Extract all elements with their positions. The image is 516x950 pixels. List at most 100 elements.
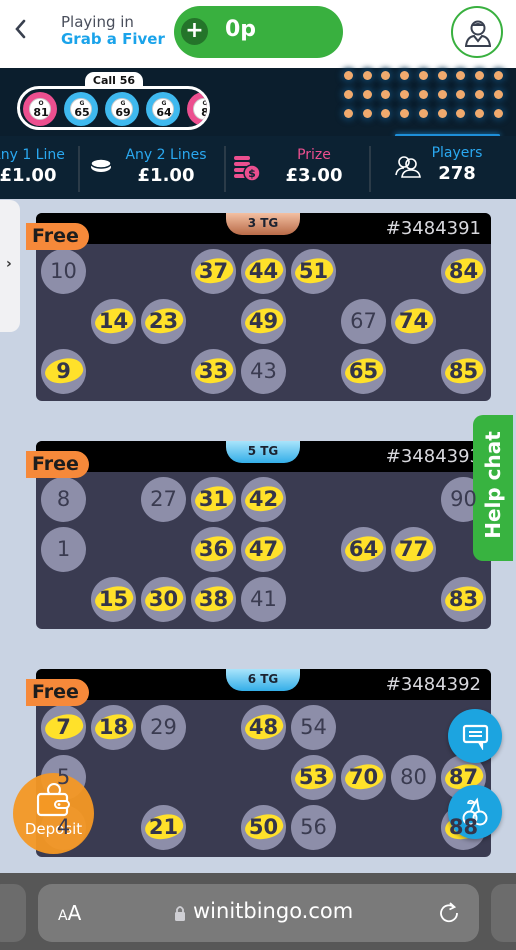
to-go-tab: 3 TG	[226, 213, 300, 235]
number-text: 53	[298, 765, 329, 789]
ticket-number[interactable]: 80	[391, 755, 436, 800]
to-go-tab: 6 TG	[226, 669, 300, 691]
plus-icon[interactable]: +	[181, 18, 208, 45]
balance-amount: 0p	[225, 17, 257, 42]
ticket-number[interactable]: 15	[91, 577, 136, 622]
ticket-number[interactable]: 38	[191, 577, 236, 622]
number-text: 18	[98, 715, 129, 739]
light-dot	[344, 71, 353, 80]
number-text: 36	[198, 537, 229, 561]
ticket-number[interactable]: 65	[341, 349, 386, 394]
players-value: 278	[438, 163, 476, 184]
number-text: 67	[350, 309, 377, 333]
light-dot	[456, 71, 466, 80]
user-avatar-icon	[465, 20, 491, 47]
number-text: 4	[56, 815, 71, 839]
ticket-number[interactable]: 9	[41, 349, 86, 394]
url-text: winitbingo.com	[193, 899, 354, 923]
number-text: 74	[398, 309, 429, 333]
number-text: 14	[98, 309, 129, 333]
ticket-number[interactable]: 10	[41, 249, 86, 294]
number-text: 15	[98, 587, 129, 611]
ticket-number[interactable]: 27	[141, 477, 186, 522]
ticket-number[interactable]: 85	[441, 349, 486, 394]
ticket-number[interactable]: 56	[291, 805, 336, 850]
ticket-number[interactable]: 23	[141, 299, 186, 344]
ticket-number[interactable]: 37	[191, 249, 236, 294]
coin-stack-icon: $	[234, 156, 261, 182]
ticket-number[interactable]: 14	[91, 299, 136, 344]
ticket-number[interactable]: 21	[141, 805, 186, 850]
light-dot	[362, 90, 372, 99]
ticket-id: #3484392	[385, 674, 481, 695]
number-text: 31	[198, 487, 229, 511]
ball-face: O 81	[29, 98, 51, 120]
help-chat-button[interactable]: Help chat	[473, 415, 513, 561]
chat-button[interactable]	[448, 709, 502, 763]
deposit-button[interactable]: Deposit	[13, 773, 94, 854]
light-dot	[344, 90, 353, 99]
ticket-number[interactable]: 30	[141, 577, 186, 622]
deposit-label: Deposit	[24, 820, 83, 838]
ticket-id: #3484391	[385, 218, 481, 239]
prize-value: £1.00	[0, 165, 57, 186]
ticket-number[interactable]: 83	[441, 577, 486, 622]
prize-label: Any 1 Line	[0, 147, 65, 163]
ticket-number[interactable]: 31	[191, 477, 236, 522]
ticket-number[interactable]: 67	[341, 299, 386, 344]
ticket-number[interactable]: 49	[241, 299, 286, 344]
ticket-number[interactable]: 53	[291, 755, 336, 800]
ticket-number[interactable]: 74	[391, 299, 436, 344]
number-text: 7	[56, 715, 71, 739]
light-dot	[493, 109, 503, 118]
balance-button[interactable]: + 0p	[174, 6, 343, 58]
side-panel-toggle[interactable]: ›	[0, 200, 20, 332]
text-size-button[interactable]: AA	[58, 901, 81, 925]
ticket-number[interactable]: 84	[441, 249, 486, 294]
ticket-number[interactable]: 64	[341, 527, 386, 572]
number-text: 42	[248, 487, 279, 511]
ticket-number[interactable]: 54	[291, 705, 336, 750]
ticket-number[interactable]: 1	[41, 527, 86, 572]
light-dot	[474, 109, 484, 118]
ticket-number[interactable]: 70	[341, 755, 386, 800]
ticket-number[interactable]: 77	[391, 527, 436, 572]
back-button[interactable]	[8, 18, 32, 46]
ticket-number[interactable]: 50	[241, 805, 286, 850]
profile-button[interactable]	[451, 6, 503, 58]
ticket-number[interactable]: 51	[291, 249, 336, 294]
call-number-label: Call 56	[85, 72, 143, 89]
ticket-number[interactable]: 29	[141, 705, 186, 750]
ticket-number[interactable]: 33	[191, 349, 236, 394]
ticket-number[interactable]: 7	[41, 705, 86, 750]
light-dot	[362, 71, 372, 80]
number-text: 33	[198, 359, 229, 383]
light-dot	[456, 109, 466, 118]
ticket-number[interactable]: 8	[41, 477, 86, 522]
free-badge: Free	[26, 223, 89, 250]
number-text: 38	[198, 587, 229, 611]
next-tab[interactable]	[491, 884, 516, 942]
number-text: 37	[198, 259, 229, 283]
room-name[interactable]: Grab a Fiver	[61, 31, 165, 48]
number-text: 77	[398, 537, 429, 561]
light-dot	[456, 90, 466, 99]
ticket-number[interactable]: 42	[241, 477, 286, 522]
room-info: Playing in Grab a Fiver	[61, 14, 165, 48]
number-text: 27	[150, 487, 177, 511]
ball-number: 65	[74, 106, 90, 119]
ticket-number[interactable]: 41	[241, 577, 286, 622]
bingo-ticket: 6 TG #3484392 7 18 29 48 54 5 53 70 80 87 4 21 50 56 88	[36, 669, 491, 857]
ball-face: G 69	[111, 98, 133, 120]
ticket-number[interactable]: 18	[91, 705, 136, 750]
ticket-number[interactable]: 47	[241, 527, 286, 572]
reload-icon[interactable]	[439, 901, 459, 923]
address-bar[interactable]: AA winitbingo.com	[38, 884, 479, 942]
browser-toolbar: AA winitbingo.com	[0, 873, 516, 950]
ticket-number[interactable]: 36	[191, 527, 236, 572]
chevron-left-icon	[15, 19, 26, 39]
ticket-number[interactable]: 48	[241, 705, 286, 750]
ticket-number[interactable]: 44	[241, 249, 286, 294]
ticket-number[interactable]: 43	[241, 349, 286, 394]
previous-tab[interactable]	[0, 884, 26, 942]
